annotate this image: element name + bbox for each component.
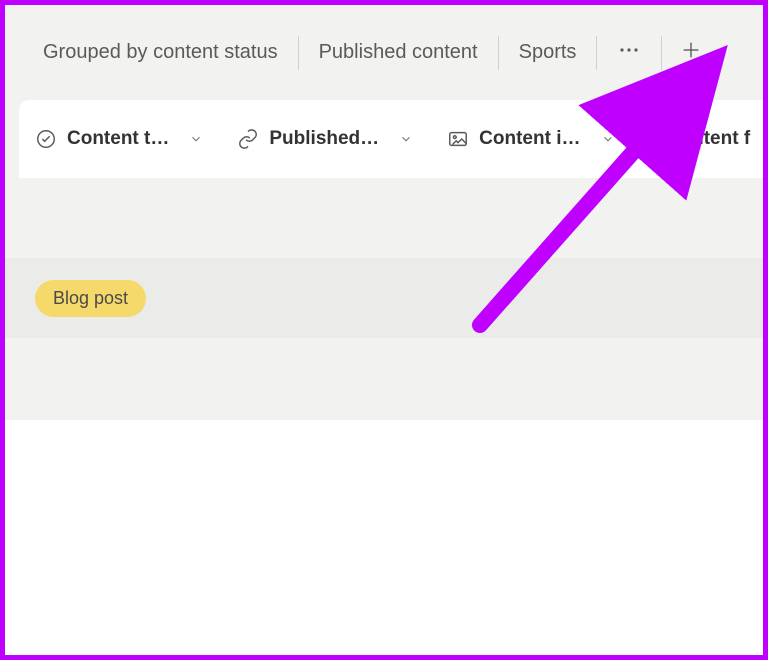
tab-sports[interactable]: Sports [499,33,597,72]
column-content-image[interactable]: Content i… [447,128,614,150]
column-label: Content i… [479,128,580,150]
column-label: Published… [269,128,379,150]
tab-label: Sports [519,41,577,63]
link-icon [237,128,259,150]
column-label: ontent f [681,128,751,150]
more-icon [617,38,641,67]
chevron-down-icon [189,132,203,146]
tag-label: Blog post [53,288,128,308]
table-row[interactable]: Blog post [5,258,763,338]
more-tabs-button[interactable] [597,30,661,75]
chevron-down-icon [399,132,413,146]
column-label: Content t… [67,128,169,150]
content-type-tag[interactable]: Blog post [35,280,146,317]
check-circle-icon [35,128,57,150]
table-row[interactable] [5,178,763,258]
tab-label: Published content [319,41,478,63]
chevron-down-icon [601,132,615,146]
column-headers: Content t… Published… Content i… [19,100,763,178]
tab-grouped-by-status[interactable]: Grouped by content status [23,33,298,72]
plus-icon [680,39,702,66]
table-body: Blog post [5,178,763,420]
table-row[interactable] [5,338,763,418]
tab-published-content[interactable]: Published content [299,33,498,72]
column-content-type[interactable]: Content t… [35,128,203,150]
column-content-f[interactable]: ontent f [649,128,751,150]
column-published[interactable]: Published… [237,128,413,150]
tab-label: Grouped by content status [43,41,278,63]
file-icon [649,128,671,150]
add-tab-button[interactable] [662,31,720,74]
view-tabs-bar: Grouped by content status Published cont… [5,5,763,100]
image-icon [447,128,469,150]
